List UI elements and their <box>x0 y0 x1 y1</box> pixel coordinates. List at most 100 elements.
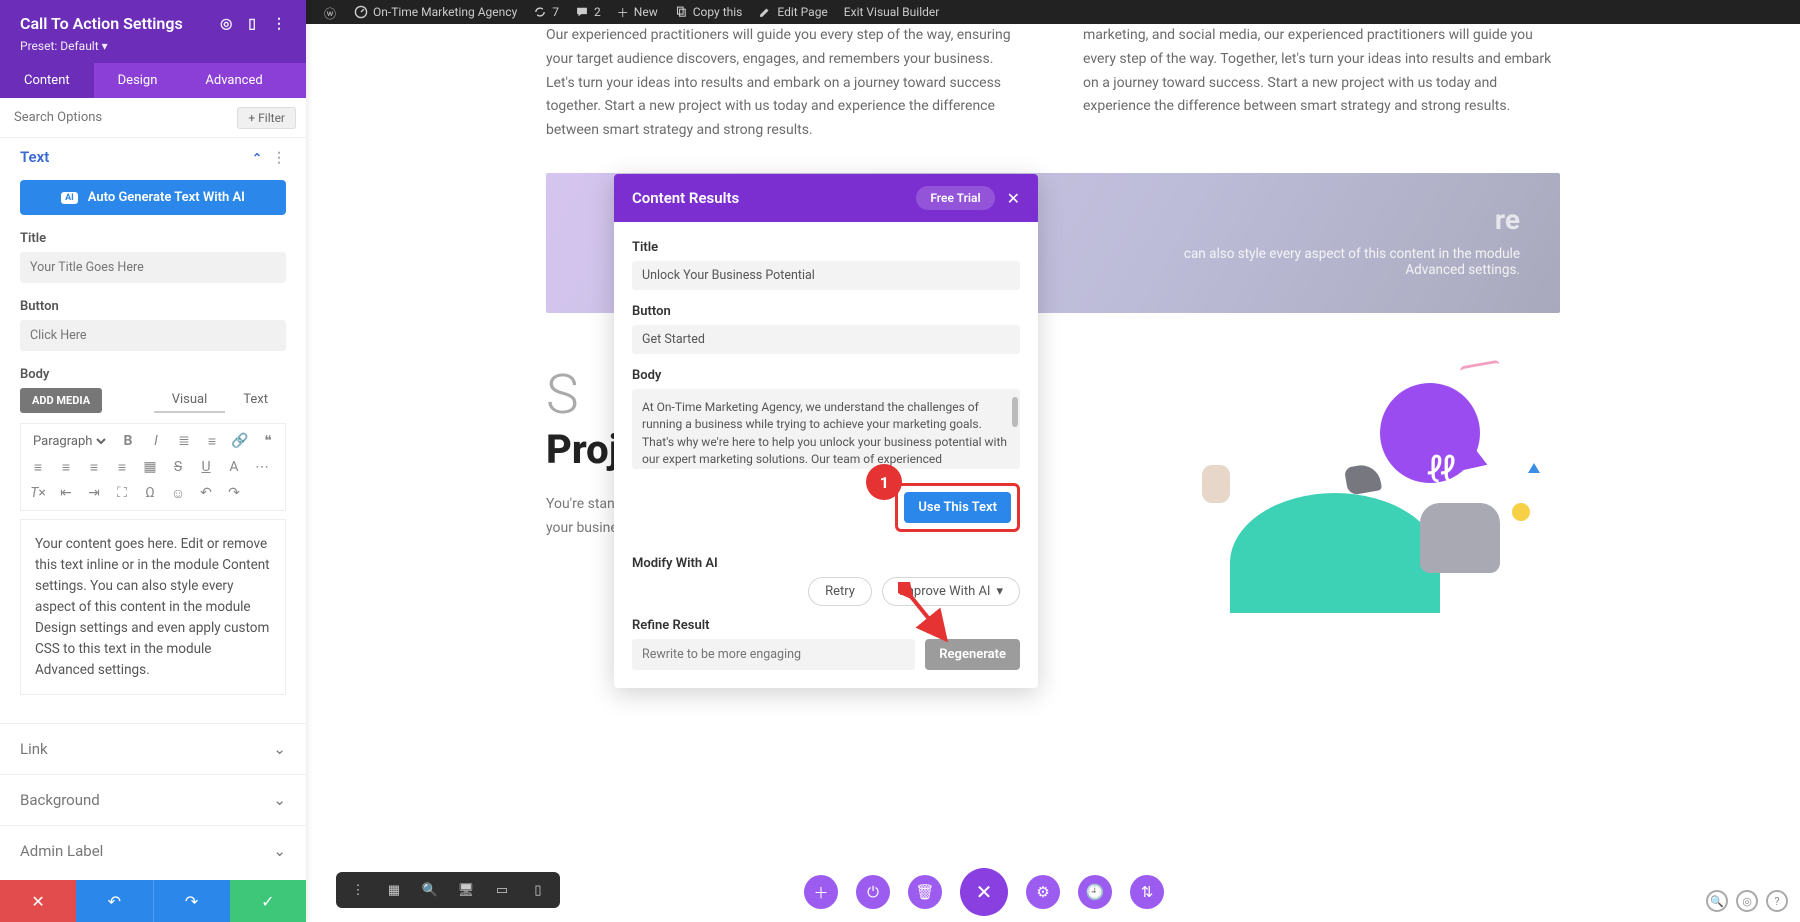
emoji-icon[interactable]: ☺ <box>169 484 187 502</box>
retry-button[interactable]: Retry <box>808 577 872 606</box>
more-icon[interactable]: ⋮ <box>346 878 370 902</box>
align-center-icon[interactable]: ≡ <box>57 458 75 476</box>
fab-power[interactable]: ⏻ <box>856 875 890 909</box>
copy-this[interactable]: Copy this <box>666 5 751 19</box>
clear-format-icon[interactable]: T× <box>29 484 47 502</box>
title-input[interactable] <box>20 252 286 283</box>
fullscreen-icon[interactable]: ⛶ <box>113 484 131 502</box>
tablet-icon[interactable]: ▭ <box>490 878 514 902</box>
fab-settings[interactable]: ⚙ <box>1026 875 1060 909</box>
italic-icon[interactable]: I <box>147 432 165 450</box>
desktop-icon[interactable]: 🖥 <box>454 878 478 902</box>
target-icon[interactable]: ◎ <box>1736 890 1758 912</box>
more-icon[interactable]: ⋮ <box>272 16 286 32</box>
tab-visual[interactable]: Visual <box>154 388 226 413</box>
layout-icon[interactable]: ▯ <box>248 16 256 32</box>
modal-body-field[interactable]: At On-Time Marketing Agency, we understa… <box>632 389 1020 469</box>
section-background[interactable]: Background ⌄ <box>0 774 306 825</box>
strike-icon[interactable]: S <box>169 458 187 476</box>
modal-title-field[interactable]: Unlock Your Business Potential <box>632 261 1020 290</box>
refine-input[interactable] <box>632 639 915 670</box>
hero-text: can also style every aspect of this cont… <box>1140 246 1520 278</box>
fab-sort[interactable]: ⇅ <box>1130 875 1164 909</box>
redo-icon[interactable]: ↷ <box>225 484 243 502</box>
indent-left-icon[interactable]: ⇤ <box>57 484 75 502</box>
use-this-text-button[interactable]: Use This Text <box>904 492 1011 523</box>
comments[interactable]: 2 <box>567 5 609 19</box>
edit-page[interactable]: Edit Page <box>750 5 835 19</box>
site-name[interactable]: On-Time Marketing Agency <box>346 5 525 19</box>
tab-text[interactable]: Text <box>225 388 286 413</box>
tab-content[interactable]: Content <box>0 63 94 98</box>
ol-icon[interactable]: ≡ <box>203 432 221 450</box>
section-admin-label[interactable]: Admin Label ⌄ <box>0 825 306 876</box>
modal-title-label: Title <box>632 240 1020 255</box>
fab-add[interactable]: ＋ <box>804 875 838 909</box>
scrollbar-thumb[interactable] <box>1012 397 1018 427</box>
editor-toolbar: Paragraph B I ≣ ≡ 🔗 ❝ ≡ ≡ ≡ ≡ ▦ S U A ⋯ … <box>20 423 286 511</box>
quote-icon[interactable]: ❝ <box>259 432 277 450</box>
illus-body <box>1230 493 1440 613</box>
use-text-highlight: 1 Use This Text <box>895 483 1020 532</box>
ul-icon[interactable]: ≣ <box>175 432 193 450</box>
section-text-header[interactable]: Text ⌃⋮ <box>20 148 286 166</box>
body-editor[interactable]: Your content goes here. Edit or remove t… <box>20 519 286 695</box>
search-icon[interactable]: 🔍 <box>1706 890 1728 912</box>
target-icon[interactable]: ◎ <box>220 16 232 32</box>
fab-close[interactable]: ✕ <box>960 868 1008 916</box>
redo-button[interactable]: ↷ <box>153 880 230 922</box>
close-icon[interactable]: ✕ <box>1007 189 1020 208</box>
search-row: +Filter <box>0 98 306 138</box>
help-icon[interactable]: ? <box>1766 890 1788 912</box>
undo-button[interactable]: ↶ <box>76 880 152 922</box>
fab-trash[interactable]: 🗑 <box>908 875 942 909</box>
annotation-1: 1 <box>866 464 902 500</box>
undo-icon[interactable]: ↶ <box>197 484 215 502</box>
wp-logo[interactable]: ⓦ <box>316 5 346 19</box>
exit-visual-builder[interactable]: Exit Visual Builder <box>836 5 948 19</box>
table-icon[interactable]: ▦ <box>141 458 159 476</box>
free-trial-badge[interactable]: Free Trial <box>916 186 994 210</box>
modify-label: Modify With AI <box>632 556 1020 571</box>
cancel-button[interactable]: ✕ <box>0 880 76 922</box>
bold-icon[interactable]: B <box>119 432 137 450</box>
align-left-icon[interactable]: ≡ <box>29 458 47 476</box>
sidebar-title: Call To Action Settings <box>20 14 183 33</box>
more-icon[interactable]: ⋮ <box>272 150 286 166</box>
site-name-label: On-Time Marketing Agency <box>373 5 517 19</box>
align-justify-icon[interactable]: ≡ <box>113 458 131 476</box>
paragraph-select[interactable]: Paragraph <box>29 432 109 450</box>
search-input[interactable] <box>10 104 237 131</box>
illustration: ℓℓ <box>1073 353 1560 613</box>
button-input[interactable] <box>20 320 286 351</box>
indent-right-icon[interactable]: ⇥ <box>85 484 103 502</box>
textcolor-icon[interactable]: A <box>225 458 243 476</box>
preset-label[interactable]: Preset: Default ▾ <box>20 39 286 53</box>
updates[interactable]: 7 <box>525 5 567 19</box>
ai-badge-icon: AI <box>61 192 78 204</box>
underline-icon[interactable]: U <box>197 458 215 476</box>
zoom-icon[interactable]: 🔍 <box>418 878 442 902</box>
fab-history[interactable]: 🕘 <box>1078 875 1112 909</box>
special-char-icon[interactable]: Ω <box>141 484 159 502</box>
ai-generate-button[interactable]: AI Auto Generate Text With AI <box>20 180 286 215</box>
phone-icon[interactable]: ▯ <box>526 878 550 902</box>
section-link[interactable]: Link ⌄ <box>0 723 306 774</box>
content-results-modal: Content Results Free Trial ✕ Title Unloc… <box>614 174 1038 688</box>
filter-button[interactable]: +Filter <box>237 107 296 129</box>
wireframe-icon[interactable]: ▦ <box>382 878 406 902</box>
new-content[interactable]: ＋New <box>609 4 666 21</box>
modal-button-field[interactable]: Get Started <box>632 325 1020 354</box>
illus-head <box>1420 503 1500 573</box>
tab-advanced[interactable]: Advanced <box>181 63 286 98</box>
sidebar-footer: ✕ ↶ ↷ ✓ <box>0 880 306 922</box>
align-right-icon[interactable]: ≡ <box>85 458 103 476</box>
refine-row: Regenerate <box>632 639 1020 670</box>
settings-tabs: Content Design Advanced <box>0 63 306 98</box>
more-toolbar-icon[interactable]: ⋯ <box>253 458 271 476</box>
save-button[interactable]: ✓ <box>230 880 306 922</box>
link-icon[interactable]: 🔗 <box>231 432 249 450</box>
tab-design[interactable]: Design <box>94 63 182 98</box>
modal-button-label: Button <box>632 304 1020 319</box>
add-media-button[interactable]: ADD MEDIA <box>20 388 102 413</box>
